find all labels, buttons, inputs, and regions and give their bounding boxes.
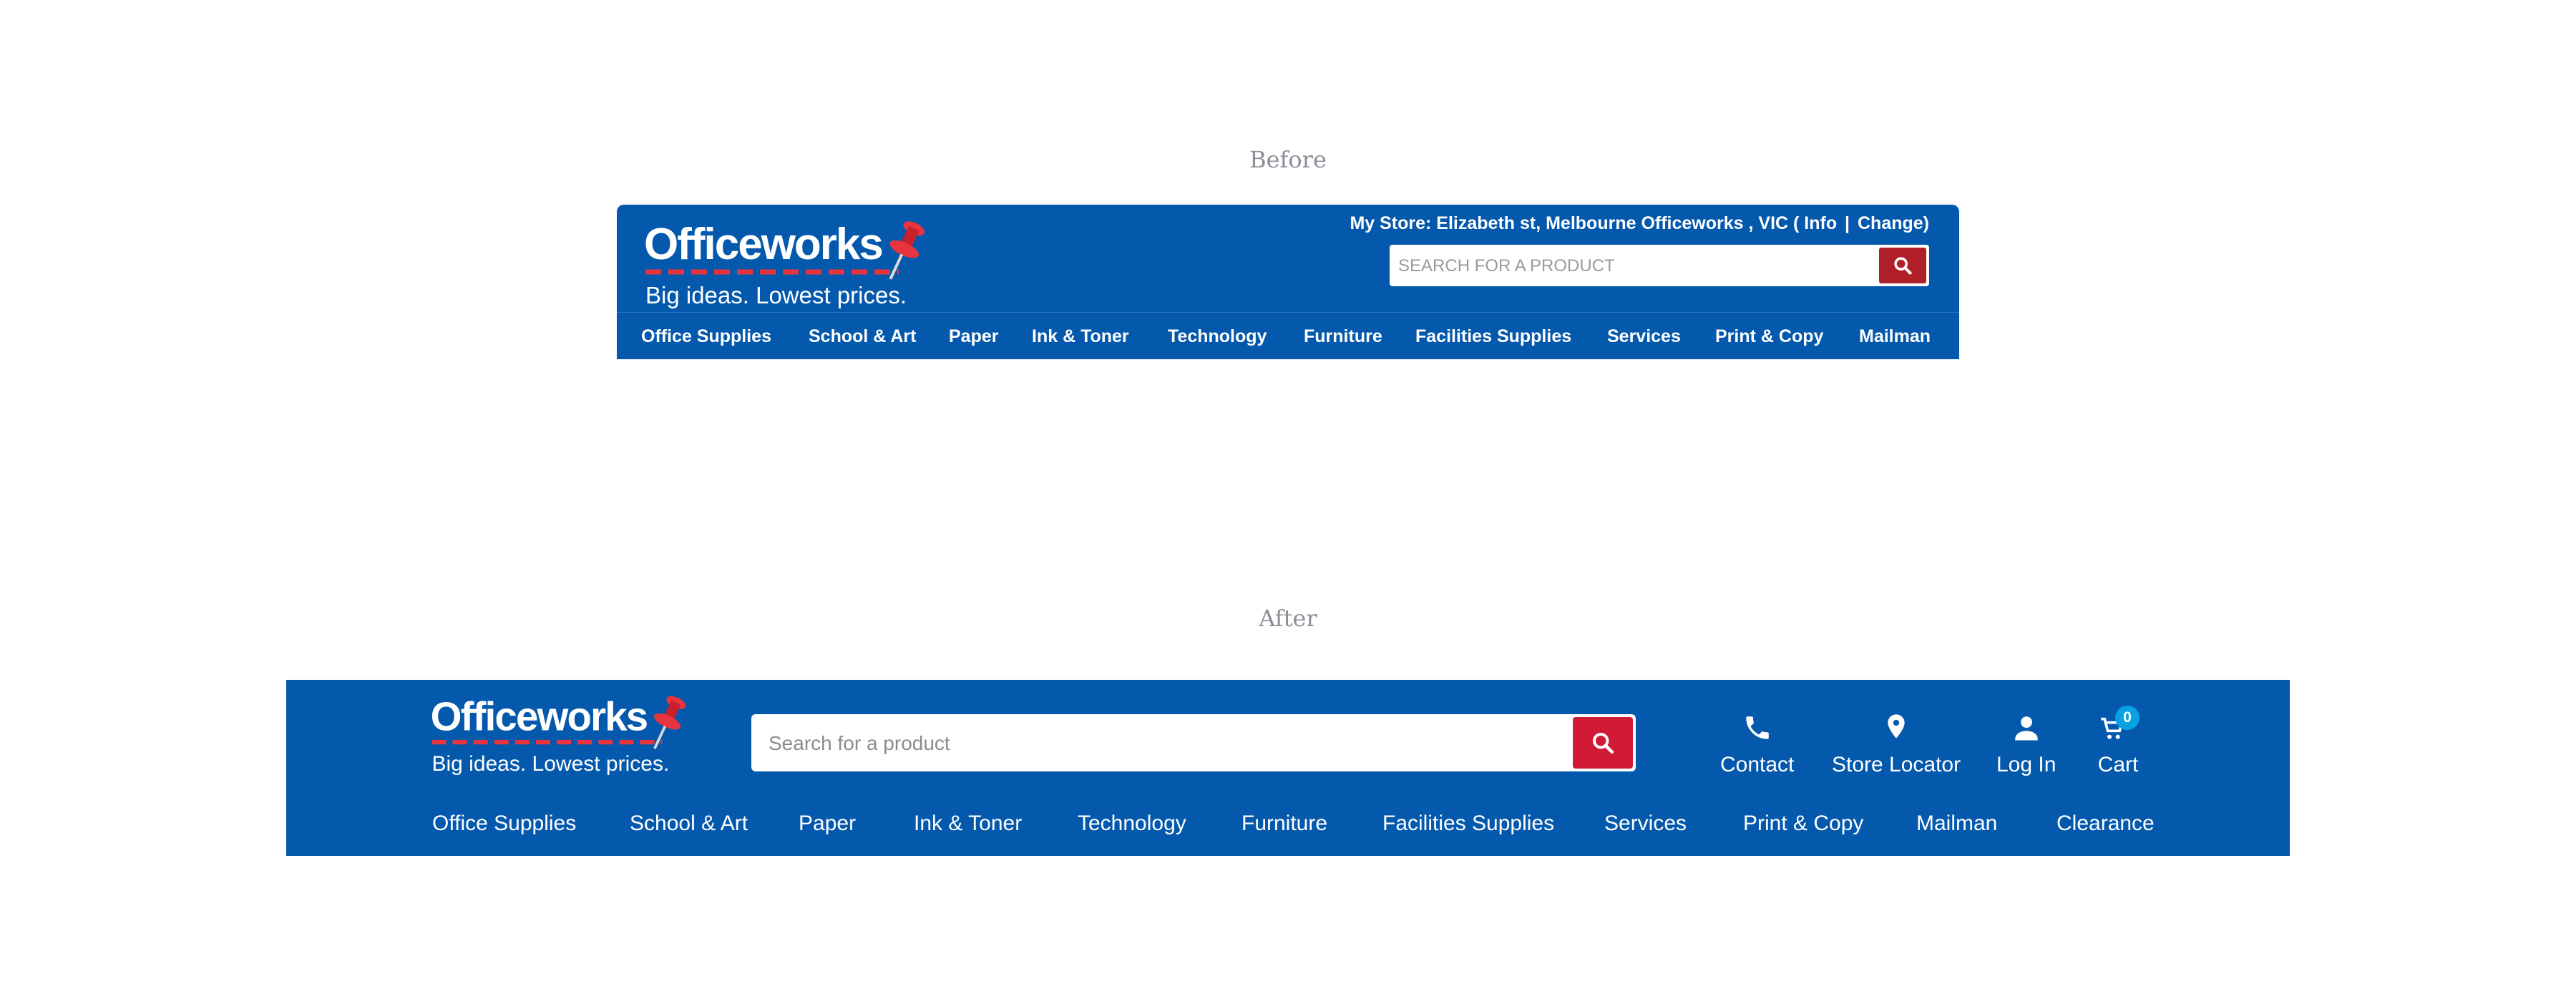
logo-tagline: Big ideas. Lowest prices.	[645, 282, 907, 308]
before-nav: Office Supplies School & Art Paper Ink &…	[617, 312, 1959, 359]
store-locator-link[interactable]: Store Locator	[1832, 706, 1961, 777]
before-nav-facilities-supplies[interactable]: Facilities Supplies	[1415, 313, 1571, 359]
logo-wordmark: Officeworks	[644, 220, 882, 269]
pushpin-icon	[653, 696, 686, 749]
after-nav-furniture[interactable]: Furniture	[1241, 812, 1327, 836]
before-nav-services[interactable]: Services	[1607, 313, 1681, 359]
before-caption: Before	[1249, 146, 1327, 173]
before-header: Officeworks Big ideas. Lowest prices. My…	[617, 205, 1959, 359]
after-nav-ink-toner[interactable]: Ink & Toner	[914, 812, 1022, 836]
before-search-button[interactable]	[1879, 248, 1926, 283]
before-nav-furniture[interactable]: Furniture	[1304, 313, 1382, 359]
after-nav-mailman[interactable]: Mailman	[1916, 812, 1997, 836]
after-nav-clearance[interactable]: Clearance	[2057, 812, 2155, 836]
after-search-button[interactable]	[1573, 717, 1633, 769]
search-icon	[1894, 257, 1912, 275]
logo-tagline: Big ideas. Lowest prices.	[431, 752, 669, 776]
location-pin-icon	[1888, 714, 1905, 739]
log-in-label: Log In	[1996, 753, 2057, 776]
store-locator-label: Store Locator	[1832, 753, 1961, 776]
before-nav-technology[interactable]: Technology	[1168, 313, 1267, 359]
cart-label: Cart	[2097, 753, 2139, 776]
contact-label: Contact	[1720, 753, 1795, 776]
after-nav-technology[interactable]: Technology	[1078, 812, 1186, 836]
after-nav-office-supplies[interactable]: Office Supplies	[432, 812, 576, 836]
after-nav-school-art[interactable]: School & Art	[630, 812, 748, 836]
before-nav-paper[interactable]: Paper	[949, 313, 998, 359]
before-nav-print-copy[interactable]: Print & Copy	[1715, 313, 1823, 359]
before-search-box	[1390, 245, 1929, 288]
officeworks-logo[interactable]: Officeworks Big ideas. Lowest prices.	[641, 215, 942, 315]
log-in-link[interactable]: Log In	[1996, 706, 2056, 777]
search-icon	[1592, 732, 1614, 754]
pushpin-icon	[889, 221, 925, 280]
after-nav-paper[interactable]: Paper	[799, 812, 856, 836]
officeworks-logo[interactable]: Officeworks Big ideas. Lowest prices.	[428, 690, 701, 781]
after-search-box	[751, 714, 1636, 773]
after-caption: After	[1259, 605, 1317, 632]
store-change-link[interactable]: Change)	[1858, 213, 1929, 233]
contact-link[interactable]: Contact	[1720, 706, 1794, 777]
cart-count-badge: 0	[2115, 706, 2140, 730]
user-icon	[2014, 716, 2038, 741]
before-nav-ink-toner[interactable]: Ink & Toner	[1032, 313, 1129, 359]
logo-wordmark: Officeworks	[431, 694, 648, 739]
my-store-info: My Store: Elizabeth st, Melbourne Office…	[1350, 213, 1929, 234]
before-search-input[interactable]	[1397, 245, 1872, 288]
cart-link[interactable]: 0 Cart	[2095, 706, 2141, 777]
store-separator: |	[1845, 213, 1850, 233]
before-nav-office-supplies[interactable]: Office Supplies	[641, 313, 771, 359]
before-nav-mailman[interactable]: Mailman	[1859, 313, 1931, 359]
phone-icon	[1745, 716, 1769, 739]
store-text[interactable]: My Store: Elizabeth st, Melbourne Office…	[1350, 213, 1837, 233]
after-nav-facilities-supplies[interactable]: Facilities Supplies	[1382, 812, 1554, 836]
after-nav-services[interactable]: Services	[1604, 812, 1687, 836]
after-search-input[interactable]	[767, 714, 1557, 773]
after-nav-print-copy[interactable]: Print & Copy	[1743, 812, 1863, 836]
before-nav-school-art[interactable]: School & Art	[809, 313, 916, 359]
after-header: Officeworks Big ideas. Lowest prices. Co…	[286, 680, 2290, 856]
